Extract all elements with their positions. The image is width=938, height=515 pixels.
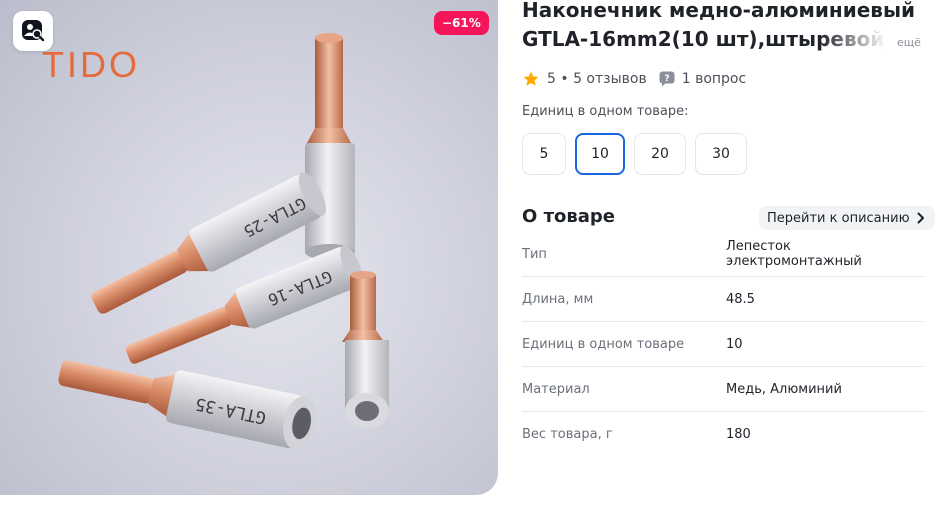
product-photo[interactable]: GTLA-25 GTLA-16 GTLA-35 TIDO (0, 0, 498, 495)
discount-badge: −61% (434, 11, 489, 35)
spec-key: Единиц в одном товаре (522, 321, 726, 367)
spec-row: Длина, мм 48.5 (522, 276, 924, 322)
brand-logo: TIDO (42, 44, 140, 85)
image-search-icon (22, 20, 45, 42)
spec-row: Материал Медь, Алюминий (522, 366, 924, 412)
rating-reviews-link[interactable]: 5 • 5 отзывов (547, 71, 647, 87)
spec-table: Тип Лепесток электромонтажный Длина, мм … (522, 232, 924, 456)
variant-option[interactable]: 5 (522, 133, 566, 175)
connector-gtla-35: GTLA-35 (58, 360, 317, 450)
spec-value: 10 (726, 321, 924, 367)
connector-standing-small (342, 271, 389, 429)
spec-key: Тип (522, 232, 726, 277)
rating-row: 5 • 5 отзывов ? 1 вопрос (522, 68, 746, 90)
title-fade (820, 30, 898, 58)
spec-value: Лепесток электромонтажный (726, 232, 924, 277)
spec-value: Медь, Алюминий (726, 366, 924, 412)
image-search-button[interactable] (13, 11, 53, 51)
connector-standing-tall (305, 33, 355, 260)
spec-row: Вес товара, г 180 (522, 412, 924, 457)
questions-link[interactable]: 1 вопрос (682, 71, 746, 87)
spec-key: Длина, мм (522, 276, 726, 322)
spec-row: Единиц в одном товаре 10 (522, 321, 924, 367)
spec-value: 180 (726, 426, 751, 442)
spec-key: Материал (522, 366, 726, 412)
chevron-right-icon (917, 212, 924, 224)
product-title-line1: Наконечник медно-алюминиевый (522, 0, 916, 22)
star-icon (523, 71, 539, 86)
about-heading: О товаре (522, 206, 615, 227)
question-bubble-icon: ? (659, 71, 675, 87)
variant-option[interactable]: 30 (695, 133, 747, 175)
spec-key: Вес товара, г (522, 426, 613, 442)
svg-text:?: ? (664, 74, 669, 84)
variant-options: 5 10 20 30 (522, 133, 756, 175)
variant-option[interactable]: 20 (634, 133, 686, 175)
goto-description-label: Перейти к описанию (767, 210, 910, 226)
spec-value: 48.5 (726, 276, 924, 322)
title-more-link[interactable]: ещё (897, 36, 921, 49)
variant-option-selected[interactable]: 10 (575, 133, 625, 175)
variants-label: Единиц в одном товаре: (522, 104, 689, 119)
spec-row: Тип Лепесток электромонтажный (522, 232, 924, 277)
goto-description-button[interactable]: Перейти к описанию (759, 206, 935, 230)
